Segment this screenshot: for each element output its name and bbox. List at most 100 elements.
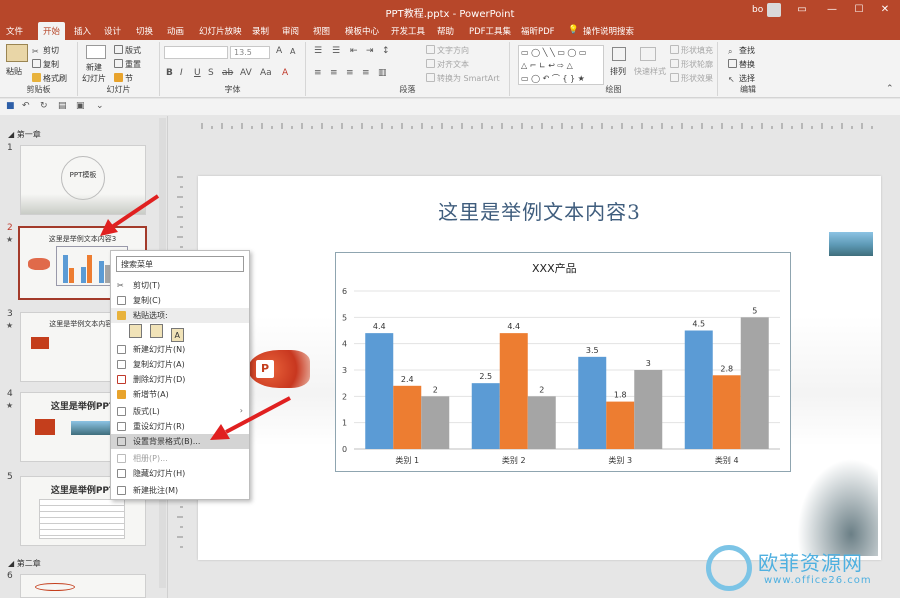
paste-icon[interactable] xyxy=(6,44,28,62)
shadow-icon[interactable]: S xyxy=(208,68,214,78)
align-right-icon[interactable]: ≡ xyxy=(346,68,354,78)
menu-item-layout[interactable]: 版式(L) › xyxy=(111,404,249,419)
tab-pdf-tools[interactable]: PDF工具集 xyxy=(469,25,511,37)
new-slide-button-line2[interactable]: 幻灯片 xyxy=(82,73,106,84)
customize-qat-icon[interactable]: ⌄ xyxy=(96,101,104,111)
tab-design[interactable]: 设计 xyxy=(104,25,121,37)
strikethrough-icon[interactable]: ab xyxy=(222,68,233,78)
menu-item-photo-album[interactable]: 相册(P)... xyxy=(111,451,249,466)
menu-item-new-slide[interactable]: 新建幻灯片(N) xyxy=(111,342,249,357)
menu-item-new-comment[interactable]: 新建批注(M) xyxy=(111,483,249,498)
tab-template-center[interactable]: 模板中心 xyxy=(345,25,379,37)
shapes-gallery[interactable]: ▭ ◯ ╲ ╲ ▭ ◯ ▭ △ ⌐ ∟ ↩ ⇨ △ ▭ ◯ ↶ ⌒ { } ★ xyxy=(518,45,604,85)
bar-chart[interactable]: XXX产品 0 1 2 3 4 5 6 4.4 2.4 2 类别 1 2.5 4.4 2 类别 2 3.5 1.… xyxy=(335,252,791,472)
paste-use-destination-theme-icon[interactable] xyxy=(129,324,142,338)
grow-font-icon[interactable]: A xyxy=(276,46,282,56)
maximize-icon[interactable]: ☐ xyxy=(850,4,868,15)
tab-home[interactable]: 开始 xyxy=(38,22,66,40)
collapse-ribbon-icon[interactable]: ⌃ xyxy=(886,84,894,94)
copy-button[interactable]: 复制 xyxy=(32,59,59,70)
paste-button[interactable]: 粘贴 xyxy=(6,66,22,77)
paste-keep-text-only-icon[interactable]: A xyxy=(170,328,184,342)
slide-thumbnail-1[interactable]: PPT模板 xyxy=(20,145,146,215)
tab-foxit-pdf[interactable]: 福昕PDF xyxy=(521,25,555,37)
menu-item-hide-slide[interactable]: 隐藏幻灯片(H) xyxy=(111,466,249,481)
reset-button[interactable]: 重置 xyxy=(114,59,141,70)
section-header-2[interactable]: ◢ 第二章 xyxy=(8,558,41,569)
change-case-icon[interactable]: Aa xyxy=(260,68,272,78)
line-spacing-icon[interactable]: ↕ xyxy=(382,46,390,56)
undo-icon[interactable]: ↶ xyxy=(22,101,30,111)
columns-icon[interactable]: ▥ xyxy=(378,68,387,78)
menu-item-add-section[interactable]: 新增节(A) xyxy=(111,387,249,402)
start-slideshow-icon[interactable]: ▤ xyxy=(58,101,67,111)
tab-animations[interactable]: 动画 xyxy=(167,25,184,37)
select-button[interactable]: ↖ 选择 xyxy=(728,73,755,84)
close-icon[interactable]: ✕ xyxy=(876,4,894,15)
tab-record[interactable]: 录制 xyxy=(252,25,269,37)
align-left-icon[interactable]: ≡ xyxy=(314,68,322,78)
layout-button[interactable]: 版式 xyxy=(114,45,141,56)
font-size-combo[interactable]: 13.5 xyxy=(230,46,270,59)
align-text-button[interactable]: 对齐文本 xyxy=(426,59,469,70)
tab-slideshow[interactable]: 幻灯片放映 xyxy=(199,25,242,37)
from-beginning-icon[interactable]: ▣ xyxy=(76,101,85,111)
menu-item-cut[interactable]: ✂ 剪切(T) xyxy=(111,278,249,293)
save-icon[interactable]: ■ xyxy=(6,101,15,111)
new-slide-button-line1[interactable]: 新建 xyxy=(86,62,102,73)
arrange-icon[interactable] xyxy=(612,47,626,61)
tab-view[interactable]: 视图 xyxy=(313,25,330,37)
tab-help[interactable]: 帮助 xyxy=(437,25,454,37)
font-color-icon[interactable]: A xyxy=(282,68,288,78)
minimize-icon[interactable]: — xyxy=(823,4,841,15)
decrease-indent-icon[interactable]: ⇤ xyxy=(350,46,358,56)
underline-icon[interactable]: U xyxy=(194,68,201,78)
find-button[interactable]: ⌕ 查找 xyxy=(728,45,755,56)
section-header-1[interactable]: ◢ 第一章 xyxy=(8,129,41,140)
text-direction-button[interactable]: 文字方向 xyxy=(426,45,469,56)
format-painter-button[interactable]: 格式刷 xyxy=(32,73,67,84)
menu-item-delete-slide[interactable]: 删除幻灯片(D) xyxy=(111,372,249,387)
align-center-icon[interactable]: ≡ xyxy=(330,68,338,78)
avatar[interactable] xyxy=(767,3,781,17)
increase-indent-icon[interactable]: ⇥ xyxy=(366,46,374,56)
shape-fill-button[interactable]: 形状填充 xyxy=(670,45,713,56)
numbering-icon[interactable]: ☰ xyxy=(332,46,340,56)
slide-thumbnail-6[interactable] xyxy=(20,574,146,598)
hide-slide-icon xyxy=(117,469,126,478)
bullets-icon[interactable]: ☰ xyxy=(314,46,322,56)
quick-styles-button[interactable]: 快速样式 xyxy=(634,66,666,77)
arrange-button[interactable]: 排列 xyxy=(610,66,626,77)
menu-item-copy[interactable]: 复制(C) xyxy=(111,293,249,308)
char-spacing-icon[interactable]: AV xyxy=(240,68,252,78)
landscape-image[interactable] xyxy=(829,232,873,256)
new-slide-icon[interactable] xyxy=(86,45,106,59)
tab-transitions[interactable]: 切换 xyxy=(136,25,153,37)
tab-insert[interactable]: 插入 xyxy=(74,25,91,37)
slide-title[interactable]: 这里是举例文本内容3 xyxy=(198,196,881,225)
paste-keep-source-formatting-icon[interactable] xyxy=(149,324,163,338)
justify-icon[interactable]: ≡ xyxy=(362,68,370,78)
tab-file[interactable]: 文件 xyxy=(6,25,23,37)
tell-me-search[interactable]: 操作说明搜索 xyxy=(583,25,634,37)
redo-icon[interactable]: ↻ xyxy=(40,101,48,111)
bold-icon[interactable]: B xyxy=(166,68,173,78)
section-button[interactable]: 节 xyxy=(114,73,133,84)
shrink-font-icon[interactable]: A xyxy=(290,47,295,56)
font-name-combo[interactable] xyxy=(164,46,228,59)
menu-item-duplicate-slide[interactable]: 复制幻灯片(A) xyxy=(111,357,249,372)
smartart-button[interactable]: 转换为 SmartArt xyxy=(426,73,500,84)
user-name[interactable]: bo xyxy=(752,5,763,15)
shape-outline-button[interactable]: 形状轮廓 xyxy=(670,59,713,70)
menu-item-format-background[interactable]: 设置背景格式(B)... xyxy=(111,434,249,449)
ribbon-display-options-icon[interactable]: ▭ xyxy=(793,4,811,15)
context-menu-search[interactable]: 搜索菜单 xyxy=(116,256,244,272)
tab-review[interactable]: 审阅 xyxy=(282,25,299,37)
tab-developer[interactable]: 开发工具 xyxy=(391,25,425,37)
menu-item-reset-slide[interactable]: 重设幻灯片(R) xyxy=(111,419,249,434)
cut-button[interactable]: ✂ 剪切 xyxy=(32,45,59,56)
italic-icon[interactable]: I xyxy=(180,68,183,78)
quick-styles-icon[interactable] xyxy=(640,47,656,61)
replace-button[interactable]: 替换 xyxy=(728,59,755,70)
shape-effects-button[interactable]: 形状效果 xyxy=(670,73,713,84)
